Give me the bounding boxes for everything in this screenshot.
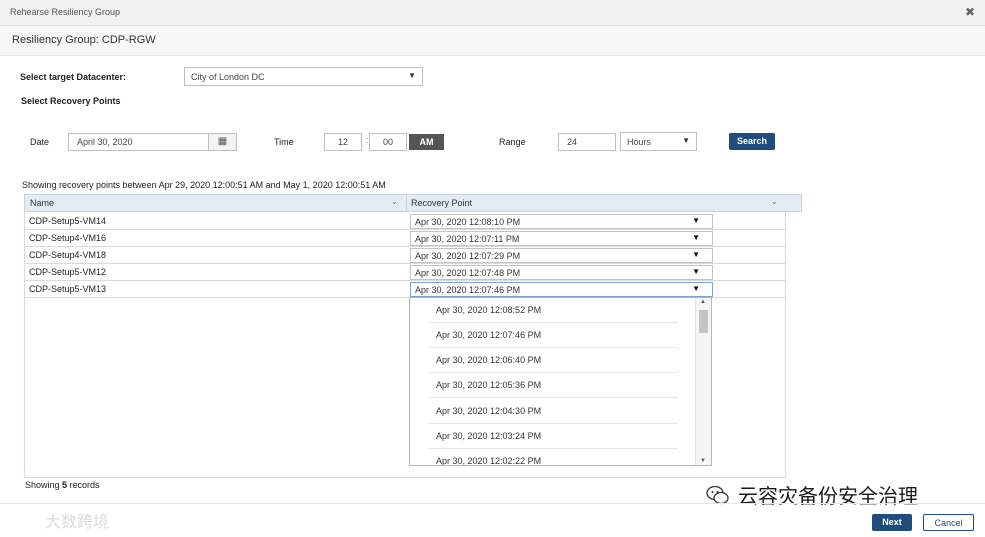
cancel-button[interactable]: Cancel bbox=[923, 514, 974, 531]
table-row[interactable]: CDP-Setup5-VM13 Apr 30, 2020 12:07:46 PM… bbox=[24, 281, 786, 298]
dropdown-option-label: Apr 30, 2020 12:07:46 PM bbox=[436, 330, 542, 340]
vm-name: CDP-Setup5-VM14 bbox=[29, 216, 107, 226]
dropdown-option-label: Apr 30, 2020 12:05:36 PM bbox=[436, 380, 542, 390]
vm-name: CDP-Setup4-VM18 bbox=[29, 250, 107, 260]
watermark-secondary: 大数跨境 bbox=[45, 512, 110, 531]
recovery-point-value: Apr 30, 2020 12:07:29 PM bbox=[415, 251, 521, 261]
range-input[interactable]: 24 bbox=[558, 133, 616, 151]
datacenter-label: Select target Datacenter: bbox=[20, 72, 127, 82]
scroll-up-icon[interactable]: ▲ bbox=[700, 299, 706, 305]
minute-input[interactable]: 00 bbox=[369, 133, 407, 151]
dialog-title: Rehearse Resiliency Group bbox=[10, 7, 121, 17]
date-input[interactable]: April 30, 2020 bbox=[68, 133, 209, 151]
dropdown-option-label: Apr 30, 2020 12:03:24 PM bbox=[436, 431, 542, 441]
caret-down-icon: ▼ bbox=[692, 267, 700, 276]
range-value: 24 bbox=[567, 137, 578, 147]
dropdown-option[interactable]: Apr 30, 2020 12:06:40 PM bbox=[428, 348, 678, 373]
calendar-icon[interactable]: ▦ bbox=[208, 133, 237, 151]
column-divider bbox=[406, 195, 407, 211]
records-count: Showing 5 records bbox=[25, 480, 100, 490]
dropdown-option-label: Apr 30, 2020 12:08:52 PM bbox=[436, 305, 542, 315]
column-header-name[interactable]: Name bbox=[30, 198, 54, 208]
recovery-point-select[interactable]: Apr 30, 2020 12:08:10 PM ▼ bbox=[410, 214, 713, 229]
recovery-point-select[interactable]: Apr 30, 2020 12:07:48 PM ▼ bbox=[410, 265, 713, 280]
date-label: Date bbox=[30, 137, 50, 147]
dropdown-option[interactable]: Apr 30, 2020 12:08:52 PM bbox=[428, 298, 678, 323]
recovery-points-label: Select Recovery Points bbox=[21, 96, 121, 106]
caret-down-icon: ▼ bbox=[408, 71, 416, 80]
recovery-point-value: Apr 30, 2020 12:07:11 PM bbox=[415, 234, 520, 244]
resiliency-group-header: Resiliency Group: CDP-RGW bbox=[0, 26, 985, 56]
hour-input[interactable]: 12 bbox=[324, 133, 362, 151]
caret-down-icon: ▼ bbox=[682, 136, 690, 145]
recovery-point-select[interactable]: Apr 30, 2020 12:07:46 PM ▼ bbox=[410, 282, 713, 297]
datacenter-value: City of London DC bbox=[191, 72, 265, 82]
watermark-primary: 云容灾备份安全治理 bbox=[738, 484, 918, 508]
scroll-down-icon[interactable]: ▼ bbox=[700, 458, 706, 464]
table-row[interactable]: CDP-Setup5-VM14 Apr 30, 2020 12:08:10 PM… bbox=[24, 213, 786, 230]
search-button[interactable]: Search bbox=[729, 133, 775, 150]
resiliency-group-title: Resiliency Group: CDP-RGW bbox=[12, 34, 156, 46]
dropdown-option[interactable]: Apr 30, 2020 12:04:30 PM bbox=[428, 399, 678, 424]
dropdown-option[interactable]: Apr 30, 2020 12:07:46 PM bbox=[428, 323, 678, 348]
dropdown-scrollbar[interactable]: ▲ ▼ bbox=[695, 298, 711, 465]
recovery-point-select[interactable]: Apr 30, 2020 12:07:11 PM ▼ bbox=[410, 231, 713, 246]
range-unit-value: Hours bbox=[627, 137, 652, 147]
ampm-toggle[interactable]: AM bbox=[409, 134, 444, 150]
records-prefix: Showing bbox=[25, 480, 63, 490]
recovery-points-summary: Showing recovery points between Apr 29, … bbox=[22, 180, 386, 190]
caret-down-icon: ▼ bbox=[692, 233, 700, 242]
datacenter-select[interactable]: City of London DC ▼ bbox=[184, 67, 423, 86]
records-suffix: records bbox=[67, 480, 100, 490]
range-label: Range bbox=[499, 137, 526, 147]
range-unit-select[interactable]: Hours ▼ bbox=[620, 132, 697, 151]
footer-divider bbox=[0, 503, 985, 504]
recovery-point-select[interactable]: Apr 30, 2020 12:07:29 PM ▼ bbox=[410, 248, 713, 263]
dropdown-option-label: Apr 30, 2020 12:06:40 PM bbox=[436, 355, 542, 365]
close-icon[interactable]: ✖ bbox=[965, 5, 975, 19]
dropdown-option[interactable]: Apr 30, 2020 12:02:22 PM bbox=[428, 449, 678, 466]
caret-down-icon: ▼ bbox=[692, 216, 700, 225]
grid-header: Name ⌄ Recovery Point ⌄ bbox=[24, 194, 802, 212]
dropdown-option-label: Apr 30, 2020 12:02:22 PM bbox=[436, 456, 542, 466]
table-row[interactable]: CDP-Setup5-VM12 Apr 30, 2020 12:07:48 PM… bbox=[24, 264, 786, 281]
column-header-recovery-point[interactable]: Recovery Point bbox=[411, 198, 472, 208]
vm-name: CDP-Setup4-VM16 bbox=[29, 233, 107, 243]
dropdown-option-label: Apr 30, 2020 12:04:30 PM bbox=[436, 406, 542, 416]
chevron-down-icon[interactable]: ⌄ bbox=[771, 197, 778, 206]
dropdown-option[interactable]: Apr 30, 2020 12:03:24 PM bbox=[428, 424, 678, 449]
recovery-point-value: Apr 30, 2020 12:07:46 PM bbox=[415, 285, 521, 295]
caret-down-icon: ▼ bbox=[692, 284, 700, 293]
scrollbar-thumb[interactable] bbox=[699, 310, 708, 333]
hour-value: 12 bbox=[337, 137, 348, 147]
time-label: Time bbox=[274, 137, 294, 147]
recovery-point-value: Apr 30, 2020 12:08:10 PM bbox=[415, 217, 521, 227]
vm-name: CDP-Setup5-VM13 bbox=[29, 284, 107, 294]
table-row[interactable]: CDP-Setup4-VM16 Apr 30, 2020 12:07:11 PM… bbox=[24, 230, 786, 247]
caret-down-icon: ▼ bbox=[692, 250, 700, 259]
recovery-point-dropdown[interactable]: Apr 30, 2020 12:08:52 PM Apr 30, 2020 12… bbox=[409, 297, 712, 466]
next-button[interactable]: Next bbox=[872, 514, 912, 531]
recovery-point-value: Apr 30, 2020 12:07:48 PM bbox=[415, 268, 521, 278]
dropdown-option[interactable]: Apr 30, 2020 12:05:36 PM bbox=[428, 373, 678, 398]
vm-name: CDP-Setup5-VM12 bbox=[29, 267, 107, 277]
minute-value: 00 bbox=[382, 137, 393, 147]
date-value: April 30, 2020 bbox=[77, 137, 133, 147]
chevron-down-icon[interactable]: ⌄ bbox=[391, 197, 398, 206]
table-row[interactable]: CDP-Setup4-VM18 Apr 30, 2020 12:07:29 PM… bbox=[24, 247, 786, 264]
dialog-titlebar: Rehearse Resiliency Group ✖ bbox=[0, 0, 985, 26]
